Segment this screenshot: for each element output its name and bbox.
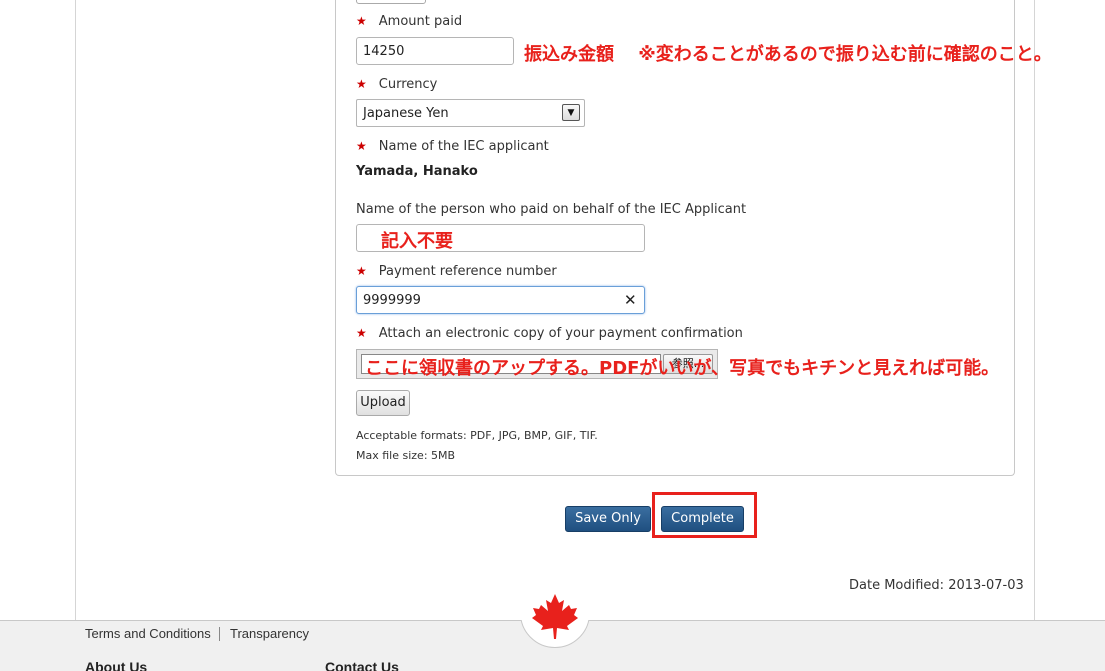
save-only-button[interactable]: Save Only [565, 506, 651, 532]
required-star: ★ [356, 264, 367, 278]
amount-input[interactable] [356, 37, 514, 65]
footer-divider [219, 627, 220, 641]
previous-field-stub[interactable] [356, 0, 426, 4]
upload-button[interactable]: Upload [356, 390, 410, 416]
applicant-label: ★ Name of the IEC applicant [356, 139, 549, 154]
footer-heading-contact[interactable]: Contact Us [325, 659, 399, 671]
amount-label: ★ Amount paid [356, 14, 463, 29]
applicant-name: Yamada, Hanako [356, 164, 478, 179]
footer-link-terms[interactable]: Terms and Conditions [85, 626, 211, 641]
required-star: ★ [356, 14, 367, 28]
date-modified: Date Modified: 2013-07-03 [849, 578, 1024, 593]
maple-leaf-icon [532, 594, 578, 639]
payer-annotation: 記入不要 [381, 231, 453, 252]
size-note: Max file size: 5MB [356, 449, 456, 462]
required-star: ★ [356, 326, 367, 340]
attach-label: ★ Attach an electronic copy of your payme… [356, 326, 743, 341]
required-star: ★ [356, 77, 367, 91]
chevron-down-icon[interactable]: ▼ [562, 104, 580, 121]
currency-selected-value: Japanese Yen [363, 106, 449, 121]
attach-annotation: ここに領収書のアップする。PDFがいいが、写真でもキチンと見えれば可能。 [365, 358, 1000, 379]
reference-input[interactable] [356, 286, 645, 314]
currency-select[interactable]: Japanese Yen ▼ [356, 99, 585, 127]
currency-label: ★ Currency [356, 77, 438, 92]
reference-label: ★ Payment reference number [356, 264, 557, 279]
formats-note: Acceptable formats: PDF, JPG, BMP, GIF, … [356, 429, 598, 442]
footer-heading-about[interactable]: About Us [85, 659, 147, 671]
footer-link-transparency[interactable]: Transparency [230, 626, 309, 641]
complete-highlight-box [652, 492, 757, 538]
clear-icon[interactable]: ✕ [624, 291, 637, 309]
payer-label: Name of the person who paid on behalf of… [356, 202, 747, 217]
amount-annotation: 振込み金額 ※変わることがあるので振り込む前に確認のこと。 [524, 44, 1052, 65]
required-star: ★ [356, 139, 367, 153]
